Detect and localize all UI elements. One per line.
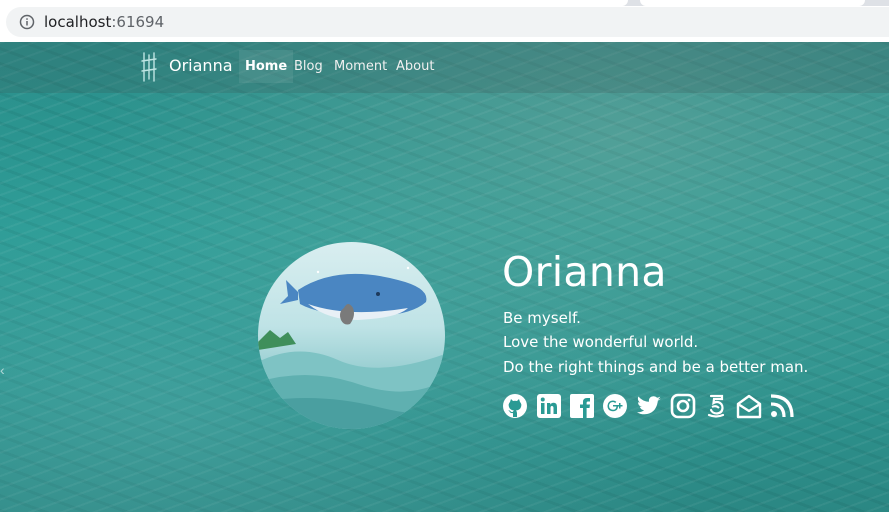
twitter-icon[interactable]: [636, 393, 662, 419]
browser-toolbar: localhost:61694: [0, 0, 889, 42]
tab-strip: [0, 0, 889, 6]
url-port: :61694: [111, 13, 165, 31]
info-icon[interactable]: [19, 14, 35, 30]
url-text[interactable]: localhost:61694: [44, 13, 164, 31]
facebook-icon[interactable]: [569, 393, 595, 419]
nav-home[interactable]: Home: [239, 50, 294, 83]
url-host: localhost: [44, 13, 112, 31]
site-navbar: [0, 42, 889, 93]
avatar-whale-illustration: [258, 266, 445, 429]
github-icon[interactable]: [502, 393, 528, 419]
profile-name: Orianna: [502, 248, 667, 296]
bio-line-1: Be myself.: [503, 309, 581, 327]
nav-about[interactable]: About: [390, 50, 440, 83]
avatar: [258, 242, 445, 429]
nav-moment[interactable]: Moment: [328, 50, 393, 83]
google-plus-icon[interactable]: [602, 393, 628, 419]
bio-line-2: Love the wonderful world.: [503, 333, 699, 351]
bio-line-3: Do the right things and be a better man.: [503, 358, 809, 376]
instagram-icon[interactable]: [670, 393, 696, 419]
browser-tab-active[interactable]: [0, 0, 628, 6]
chevron-left-icon[interactable]: ‹: [0, 362, 5, 378]
linkedin-icon[interactable]: [536, 393, 562, 419]
hero-background: [0, 42, 889, 512]
nav-blog[interactable]: Blog: [288, 50, 329, 83]
five-hundred-px-icon[interactable]: [703, 393, 729, 419]
rss-icon[interactable]: [769, 393, 795, 419]
email-icon[interactable]: [736, 393, 762, 419]
browser-tab[interactable]: [640, 0, 865, 6]
brand-logo-icon[interactable]: [140, 51, 158, 83]
brand-name[interactable]: Orianna: [169, 56, 233, 75]
